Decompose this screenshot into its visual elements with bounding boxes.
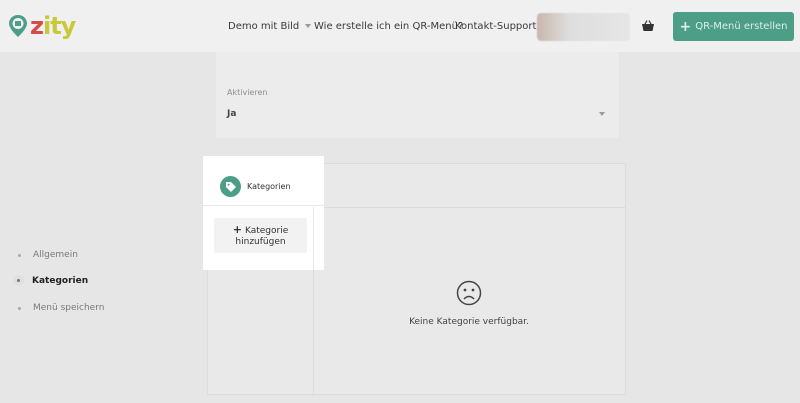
step-label: Kategorien [32, 275, 89, 286]
empty-state: Keine Kategorie verfügbar. [313, 280, 625, 327]
tag-icon [225, 181, 236, 192]
step-kategorien[interactable]: Kategorien [13, 275, 88, 286]
step-dot [18, 253, 21, 257]
add-category-label-line2: hinzufügen [235, 237, 286, 247]
category-header: Kategorien [203, 156, 324, 206]
tag-icon-badge [220, 176, 241, 197]
nav-support-label: Kontakt-Support [455, 20, 537, 32]
step-allgemein[interactable]: Allgemein [14, 250, 78, 260]
location-pin-icon [9, 15, 27, 37]
nav-support-link[interactable]: Kontakt-Support [455, 0, 536, 52]
add-category-button[interactable]: + Kategorie hinzufügen [214, 218, 307, 253]
plus-icon: + [679, 18, 692, 35]
step-menu-speichern[interactable]: Menü speichern [14, 303, 104, 313]
step-marker [13, 275, 24, 286]
logo-text: zity [30, 12, 76, 40]
category-section-title: Kategorien [247, 182, 291, 191]
activate-label: Aktivieren [227, 88, 268, 97]
sad-face-icon [456, 280, 482, 306]
nav-demo-link[interactable]: Demo mit Bild [228, 0, 312, 52]
nav-howto-link[interactable]: Wie erstelle ich ein QR-Menü? [314, 0, 463, 52]
chevron-down-icon [305, 24, 312, 28]
step-dot [18, 306, 21, 310]
top-header: zity Demo mit Bild Wie erstelle ich ein … [0, 0, 800, 52]
highlighted-category-section: Kategorien + Kategorie hinzufügen [203, 156, 324, 270]
add-category-label-line1: Kategorie [244, 226, 289, 236]
step-label: Allgemein [33, 250, 78, 260]
activate-select[interactable]: Ja [227, 109, 236, 119]
create-qr-menu-label: QR-Menü erstellen [695, 21, 788, 32]
create-qr-menu-button[interactable]: + QR-Menü erstellen [673, 12, 794, 41]
step-label: Menü speichern [33, 303, 105, 313]
basket-icon[interactable] [641, 19, 655, 33]
empty-state-text: Keine Kategorie verfügbar. [409, 317, 529, 327]
user-profile[interactable] [537, 13, 630, 41]
activate-card: Aktivieren Ja [216, 52, 619, 138]
nav-howto-label: Wie erstelle ich ein QR-Menü? [314, 20, 464, 32]
logo[interactable]: zity [8, 12, 76, 40]
chevron-down-icon[interactable] [599, 112, 605, 116]
plus-icon: + [232, 223, 242, 236]
nav-demo-label: Demo mit Bild [228, 20, 300, 32]
